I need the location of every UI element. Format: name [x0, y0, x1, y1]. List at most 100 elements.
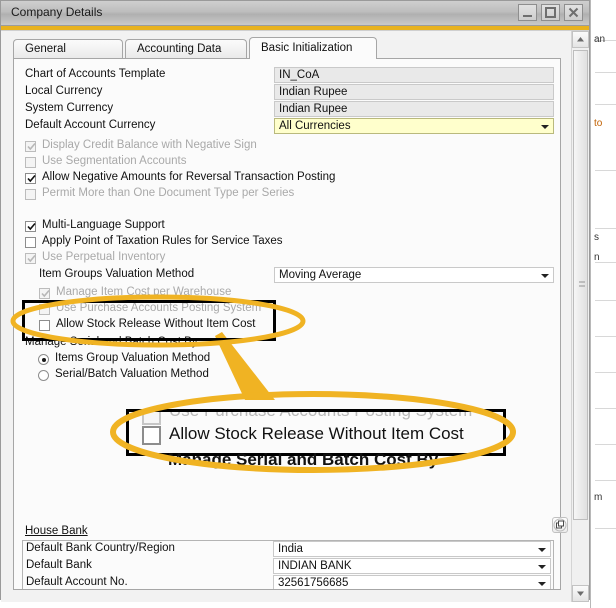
scrollbar-grip	[579, 281, 585, 289]
checkbox-box	[25, 141, 36, 152]
chevron-down-icon	[541, 274, 549, 278]
checkbox-box[interactable]	[25, 173, 36, 184]
field-row-default-bank-country-region: Default Bank Country/Region India	[23, 541, 553, 557]
window-title: Company Details	[11, 5, 103, 19]
minimize-button[interactable]	[518, 4, 537, 21]
checkbox-box	[39, 288, 50, 299]
checkbox-label: Multi-Language Support	[42, 219, 165, 231]
scrollbar-thumb[interactable]	[573, 50, 588, 520]
radio-group-label: Manage Serial and Batch Cost By	[25, 336, 198, 348]
field-label: Default Account No.	[26, 576, 128, 588]
tab-general[interactable]: General	[13, 39, 123, 59]
chart-of-accounts-template-value: IN_CoA	[274, 67, 554, 83]
item-groups-valuation-method-value: Moving Average	[279, 269, 362, 281]
field-row-local-currency: Local Currency Indian Rupee	[22, 84, 554, 100]
checkbox-label: Permit More than One Document Type per S…	[42, 187, 295, 199]
checkbox-box	[25, 253, 36, 264]
checkbox-label: Allow Stock Release Without Item Cost	[56, 318, 256, 330]
field-label: Default Bank Country/Region	[26, 542, 175, 554]
background-divider	[595, 300, 616, 301]
chevron-down-icon	[538, 582, 546, 586]
scroll-up-button[interactable]	[572, 31, 589, 48]
chevron-down-icon	[541, 125, 549, 129]
field-label: Chart of Accounts Template	[25, 68, 166, 80]
house-bank-section-title: House Bank	[25, 525, 88, 537]
choose-from-list-icon[interactable]	[552, 517, 568, 533]
radio-label: Items Group Valuation Method	[55, 352, 211, 364]
checkbox-box	[39, 304, 50, 315]
checkbox-label: Allow Negative Amounts for Reversal Tran…	[42, 171, 336, 183]
checkbox-label: Use Perpetual Inventory	[42, 251, 166, 263]
background-divider	[595, 170, 616, 171]
tab-general-label: General	[25, 43, 66, 55]
background-text-fragment: s	[594, 232, 599, 243]
checkbox-box[interactable]	[25, 221, 36, 232]
maximize-button[interactable]	[541, 4, 560, 21]
background-divider	[595, 408, 616, 409]
background-divider	[595, 72, 616, 73]
basic-initialization-panel: Chart of Accounts Template IN_CoA Local …	[13, 58, 561, 590]
tab-basic-initialization-label: Basic Initialization	[261, 42, 353, 54]
checkbox-label: Manage Item Cost per Warehouse	[56, 286, 232, 298]
field-row-default-account-no: Default Account No. 32561756685	[23, 575, 553, 589]
checkbox-box[interactable]	[25, 237, 36, 248]
radio-button[interactable]	[38, 370, 49, 381]
house-bank-fieldset: Default Bank Country/Region India Defaul…	[22, 540, 554, 589]
company-details-window: Company Details General Accounting Data …	[0, 0, 590, 602]
background-divider	[595, 480, 616, 481]
background-divider	[595, 444, 616, 445]
scroll-down-button[interactable]	[572, 585, 589, 602]
checkbox-box	[25, 157, 36, 168]
default-account-currency-select[interactable]: All Currencies	[274, 118, 554, 134]
system-currency-value: Indian Rupee	[274, 101, 554, 117]
item-groups-valuation-method-select[interactable]: Moving Average	[274, 267, 554, 283]
checkbox-label: Display Credit Balance with Negative Sig…	[42, 139, 257, 151]
tab-accounting-data-label: Accounting Data	[137, 43, 222, 55]
background-divider	[595, 528, 616, 529]
field-row-default-bank: Default Bank INDIAN BANK	[23, 558, 553, 574]
chevron-down-icon	[538, 548, 546, 552]
field-row-chart-of-accounts-template: Chart of Accounts Template IN_CoA	[22, 67, 554, 83]
default-account-currency-value: All Currencies	[279, 120, 351, 132]
close-button[interactable]	[564, 4, 583, 21]
background-text-fragment: an	[594, 34, 606, 45]
field-label: Item Groups Valuation Method	[39, 268, 195, 280]
background-text-fragment: n	[594, 252, 600, 263]
checkbox-box	[25, 189, 36, 200]
dialog-client-area: General Accounting Data Basic Initializa…	[1, 31, 589, 602]
checkbox-label: Apply Point of Taxation Rules for Servic…	[42, 235, 283, 247]
tabstrip: General Accounting Data Basic Initializa…	[13, 37, 561, 59]
field-row-system-currency: System Currency Indian Rupee	[22, 101, 554, 117]
background-divider	[595, 372, 616, 373]
checkbox-label: Use Purchase Accounts Posting System	[56, 302, 262, 314]
vertical-scrollbar[interactable]	[571, 31, 589, 602]
default-account-no-value: 32561756685	[278, 577, 349, 589]
checkbox-label: Use Segmentation Accounts	[42, 155, 187, 167]
field-label: Default Bank	[26, 559, 92, 571]
field-label: Default Account Currency	[25, 119, 156, 131]
default-bank-value: INDIAN BANK	[278, 560, 352, 572]
local-currency-value: Indian Rupee	[274, 84, 554, 100]
radio-dot	[41, 357, 46, 362]
checkbox-box[interactable]	[39, 320, 50, 331]
default-bank-select[interactable]: INDIAN BANK	[273, 558, 551, 574]
default-account-no-select[interactable]: 32561756685	[273, 575, 551, 589]
background-divider	[595, 228, 616, 229]
tab-accounting-data[interactable]: Accounting Data	[125, 39, 247, 59]
window-titlebar[interactable]: Company Details	[1, 1, 589, 26]
default-bank-country-region-select[interactable]: India	[273, 541, 551, 557]
field-label: System Currency	[25, 102, 114, 114]
background-divider	[595, 104, 616, 105]
default-bank-country-region-value: India	[278, 543, 303, 555]
background-window: an to s n m	[590, 0, 616, 608]
radio-label: Serial/Batch Valuation Method	[55, 368, 209, 380]
background-divider	[595, 336, 616, 337]
tab-basic-initialization[interactable]: Basic Initialization	[249, 37, 377, 59]
background-text-fragment: to	[594, 118, 603, 129]
background-text-fragment: m	[594, 492, 603, 503]
chevron-down-icon	[538, 565, 546, 569]
field-row-default-account-currency: Default Account Currency All Currencies	[22, 118, 554, 134]
radio-button[interactable]	[38, 354, 49, 365]
field-row-item-groups-valuation-method: Item Groups Valuation Method Moving Aver…	[22, 267, 554, 283]
field-label: Local Currency	[25, 85, 103, 97]
